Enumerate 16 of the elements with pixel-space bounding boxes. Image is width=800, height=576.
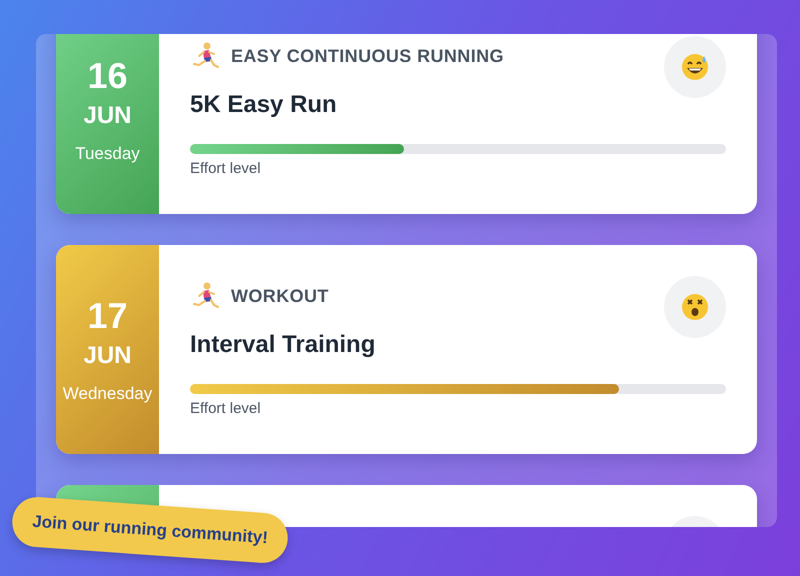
workout-card[interactable]: 16 JUN Tuesday EASY CONTINUOUS RUNNING 5K Easy Run Effort level [56, 34, 757, 214]
month-label: JUN [83, 100, 132, 130]
workout-title: Interval Training [190, 330, 376, 360]
sweat-smile-icon [680, 52, 710, 82]
category-label: WORKOUT [231, 286, 329, 306]
dizzy-face-icon [680, 292, 710, 322]
category-label: EASY CONTINUOUS RUNNING [231, 46, 504, 66]
day-number: 16 [87, 54, 128, 96]
workout-card[interactable]: 17 JUN Wednesday WORKOUT Interval Training Effort level [56, 245, 757, 454]
weekday-label: Wednesday [62, 382, 152, 404]
workout-title: 5K Easy Run [190, 90, 338, 120]
month-label: JUN [83, 340, 132, 370]
effort-label: Effort level [190, 400, 262, 418]
effort-label: Effort level [190, 160, 262, 178]
day-number: 17 [87, 294, 128, 336]
weekday-label: Tuesday [75, 142, 140, 164]
